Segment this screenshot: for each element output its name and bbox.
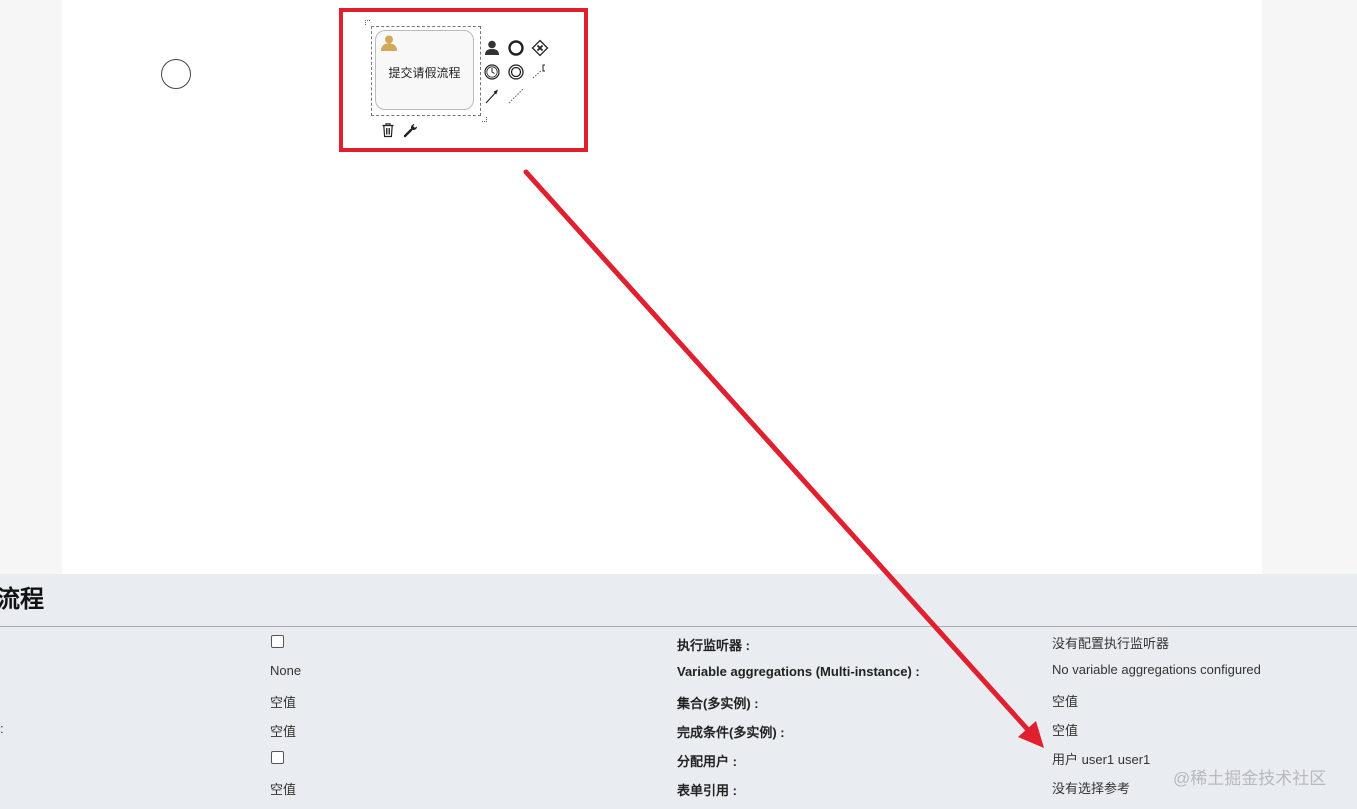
- property-row: 空值 集合(多实例) : 空值: [0, 686, 1357, 715]
- property-value[interactable]: 空值: [270, 692, 296, 711]
- gateway-icon[interactable]: [531, 39, 549, 57]
- process-canvas[interactable]: [62, 0, 1262, 574]
- resize-handle-top-left[interactable]: [365, 20, 370, 25]
- property-row: 执行监听器 : 没有配置执行监听器: [0, 628, 1357, 657]
- property-label: 执行监听器 :: [677, 638, 750, 653]
- properties-panel: 流程 执行监听器 : 没有配置执行监听器 None Variable aggre…: [0, 574, 1357, 809]
- property-value[interactable]: 没有配置执行监听器: [1052, 633, 1169, 652]
- end-event-icon[interactable]: [507, 39, 525, 57]
- editor-root: 提交请假流程 流程 执行监听器: 没有配置执行监听器 None Variabl…: [0, 0, 1357, 809]
- sequence-flow-icon[interactable]: [483, 87, 501, 105]
- wrench-icon[interactable]: [402, 121, 420, 139]
- association-icon[interactable]: [531, 63, 549, 81]
- property-row: : 空值 完成条件(多实例) : 空值: [0, 715, 1357, 744]
- property-checkbox[interactable]: [271, 751, 284, 764]
- intermediate-timer-icon[interactable]: [483, 63, 501, 81]
- property-value[interactable]: 空值: [270, 721, 296, 740]
- property-value[interactable]: 空值: [270, 779, 296, 798]
- property-label-left: :: [0, 721, 4, 736]
- property-value[interactable]: 空值: [1052, 720, 1078, 739]
- dotted-flow-icon[interactable]: [507, 87, 525, 105]
- property-label: 分配用户 :: [677, 754, 737, 769]
- property-row: 空值 表单引用 : 没有选择参考: [0, 773, 1357, 802]
- property-value[interactable]: None: [270, 663, 301, 678]
- property-value[interactable]: No variable aggregations configured: [1052, 662, 1261, 677]
- property-label: Variable aggregations (Multi-instance) :: [677, 664, 920, 679]
- watermark: @稀土掘金技术社区: [1173, 769, 1327, 788]
- property-label: 集合(多实例) :: [677, 696, 759, 711]
- property-label: 完成条件(多实例) :: [677, 725, 785, 740]
- user-task-submit-leave[interactable]: 提交请假流程: [375, 30, 474, 110]
- property-value[interactable]: 没有选择参考: [1052, 778, 1130, 797]
- property-label: 表单引用 :: [677, 783, 737, 798]
- property-row: None Variable aggregations (Multi-instan…: [0, 657, 1357, 686]
- resize-handle-bottom-right[interactable]: [482, 117, 487, 122]
- start-event[interactable]: [161, 59, 191, 89]
- property-value[interactable]: 用户 user1 user1: [1052, 749, 1150, 768]
- property-row: 分配用户 : 用户 user1 user1: [0, 744, 1357, 773]
- property-value[interactable]: 空值: [1052, 691, 1078, 710]
- user-icon: [380, 34, 398, 52]
- property-checkbox[interactable]: [271, 635, 284, 648]
- end-event-double-icon[interactable]: [507, 63, 525, 81]
- properties-title: 流程: [0, 586, 44, 613]
- user-task-icon[interactable]: [483, 39, 501, 57]
- task-label: 提交请假流程: [388, 66, 461, 80]
- delete-icon[interactable]: [379, 121, 397, 139]
- properties-divider: [0, 626, 1357, 627]
